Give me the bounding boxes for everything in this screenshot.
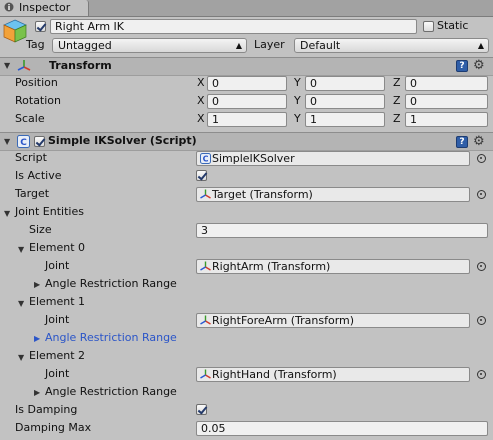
- element-0-label[interactable]: Element 0: [29, 241, 85, 255]
- is-damping-checkbox[interactable]: [196, 404, 207, 415]
- position-label: Position: [15, 76, 58, 89]
- dropdown-arrow-icon: ▲︎: [477, 41, 484, 50]
- position-y-field[interactable]: 0: [305, 76, 385, 91]
- scale-y-field[interactable]: 1: [305, 112, 385, 127]
- rotation-y-field[interactable]: 0: [305, 94, 385, 109]
- object-picker-icon[interactable]: [477, 190, 486, 199]
- layer-label: Layer: [254, 38, 285, 51]
- damping-max-field[interactable]: 0.05: [196, 421, 488, 436]
- range-1-foldout-icon[interactable]: ▶: [34, 334, 40, 343]
- element-1-label[interactable]: Element 1: [29, 295, 85, 309]
- joint-1-field[interactable]: RightForeArm (Transform): [196, 313, 470, 328]
- joint-entities-label[interactable]: Joint Entities: [15, 205, 84, 219]
- layer-value: Default: [300, 39, 341, 52]
- joint-entities-foldout-icon[interactable]: ▼: [4, 209, 10, 218]
- cube-icon: [3, 19, 27, 43]
- target-value: Target (Transform): [212, 188, 313, 201]
- joint-0-field[interactable]: RightArm (Transform): [196, 259, 470, 274]
- tag-dropdown[interactable]: Untagged ▲︎: [52, 38, 247, 53]
- axis-x-label: X: [197, 112, 205, 125]
- tag-value: Untagged: [58, 39, 112, 52]
- svg-text:C: C: [20, 138, 27, 148]
- range-1-label[interactable]: Angle Restriction Range: [45, 331, 177, 345]
- object-picker-icon[interactable]: [477, 262, 486, 271]
- static-checkbox[interactable]: [423, 21, 434, 32]
- range-0-label[interactable]: Angle Restriction Range: [45, 277, 177, 291]
- axis-z-label: Z: [393, 76, 401, 89]
- axis-y-label: Y: [294, 76, 301, 89]
- rotation-x-field[interactable]: 0: [207, 94, 287, 109]
- joint-1-value: RightForeArm (Transform): [212, 314, 355, 327]
- range-0-foldout-icon[interactable]: ▶: [34, 280, 40, 289]
- axis-z-label: Z: [393, 94, 401, 107]
- help-book-icon[interactable]: ?: [456, 60, 468, 72]
- position-z-field[interactable]: 0: [405, 76, 488, 91]
- damping-max-label: Damping Max: [15, 421, 92, 434]
- joint-label: Joint: [45, 259, 70, 272]
- script-label: Script: [15, 151, 47, 164]
- tag-label: Tag: [26, 38, 45, 51]
- size-label: Size: [29, 223, 52, 236]
- layer-dropdown[interactable]: Default ▲︎: [294, 38, 489, 53]
- is-active-checkbox[interactable]: [196, 170, 207, 181]
- transform-axes-icon: [200, 315, 211, 325]
- tab-inspector[interactable]: Inspector: [0, 0, 89, 16]
- size-field[interactable]: 3: [196, 223, 488, 238]
- transform-foldout-icon[interactable]: ▼: [4, 61, 10, 70]
- rotation-z-field[interactable]: 0: [405, 94, 488, 109]
- solver-enabled-checkbox[interactable]: [34, 136, 45, 147]
- axis-x-label: X: [197, 94, 205, 107]
- element-1-foldout-icon[interactable]: ▼: [18, 299, 24, 308]
- is-damping-label: Is Damping: [15, 403, 78, 416]
- joint-label: Joint: [45, 313, 70, 326]
- solver-title: Simple IKSolver (Script): [48, 134, 197, 147]
- rotation-label: Rotation: [15, 94, 62, 107]
- object-picker-icon[interactable]: [477, 316, 486, 325]
- transform-axes-icon: [200, 189, 211, 199]
- element-2-label[interactable]: Element 2: [29, 349, 85, 363]
- axis-y-label: Y: [294, 112, 301, 125]
- csharp-script-icon: C: [200, 153, 211, 164]
- joint-2-field[interactable]: RightHand (Transform): [196, 367, 470, 382]
- transform-axes-icon: [200, 261, 211, 271]
- range-2-label[interactable]: Angle Restriction Range: [45, 385, 177, 399]
- target-label: Target: [15, 187, 50, 200]
- transform-axes-icon: [17, 60, 31, 71]
- svg-text:C: C: [203, 155, 209, 164]
- scale-label: Scale: [15, 112, 45, 125]
- transform-axes-icon: [200, 369, 211, 379]
- solver-foldout-icon[interactable]: ▼: [4, 137, 10, 146]
- element-0-foldout-icon[interactable]: ▼: [18, 245, 24, 254]
- object-picker-icon[interactable]: [477, 154, 486, 163]
- object-picker-icon[interactable]: [477, 370, 486, 379]
- joint-label: Joint: [45, 367, 70, 380]
- tab-label: Inspector: [19, 1, 71, 14]
- help-book-icon[interactable]: ?: [456, 136, 468, 148]
- target-field[interactable]: Target (Transform): [196, 187, 470, 202]
- is-active-label: Is Active: [15, 169, 62, 182]
- range-2-foldout-icon[interactable]: ▶: [34, 388, 40, 397]
- scale-x-field[interactable]: 1: [207, 112, 287, 127]
- active-checkbox[interactable]: [35, 21, 46, 32]
- script-field[interactable]: C SimpleIKSolver: [196, 151, 470, 166]
- element-2-foldout-icon[interactable]: ▼: [18, 353, 24, 362]
- static-label: Static: [437, 19, 469, 32]
- axis-y-label: Y: [294, 94, 301, 107]
- position-x-field[interactable]: 0: [207, 76, 287, 91]
- axis-x-label: X: [197, 76, 205, 89]
- inspector-info-icon: [4, 2, 14, 12]
- transform-title: Transform: [49, 59, 112, 72]
- joint-0-value: RightArm (Transform): [212, 260, 331, 273]
- csharp-script-icon: C: [17, 135, 30, 148]
- name-field[interactable]: Right Arm IK: [50, 19, 417, 34]
- gear-icon[interactable]: ⚙︎: [473, 135, 485, 148]
- dropdown-arrow-icon: ▲︎: [235, 41, 242, 50]
- script-value: SimpleIKSolver: [212, 152, 295, 165]
- axis-z-label: Z: [393, 112, 401, 125]
- joint-2-value: RightHand (Transform): [212, 368, 337, 381]
- gear-icon[interactable]: ⚙︎: [473, 59, 485, 72]
- scale-z-field[interactable]: 1: [405, 112, 488, 127]
